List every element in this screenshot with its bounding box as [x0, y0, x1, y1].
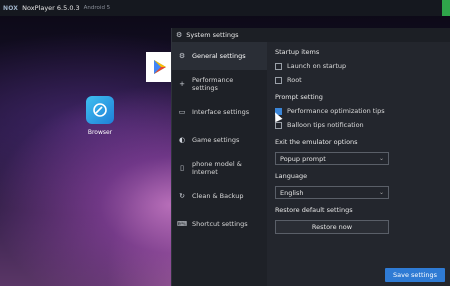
balloon-tips-label: Balloon tips notification — [287, 121, 364, 129]
chevron-down-icon: ⌄ — [378, 155, 384, 162]
window-control-button[interactable] — [442, 0, 450, 16]
nav-game-settings[interactable]: ◐ Game settings — [172, 126, 267, 154]
launch-on-startup-label: Launch on startup — [287, 62, 347, 70]
nav-label: Interface settings — [192, 108, 250, 116]
nav-label: General settings — [192, 52, 246, 60]
nox-logo: NOX — [3, 4, 19, 12]
dialog-header: ⚙ System settings — [172, 28, 450, 42]
nav-label: Performance settings — [192, 76, 234, 92]
nav-performance-settings[interactable]: + Performance settings — [172, 70, 267, 98]
plus-icon: + — [179, 80, 185, 88]
phone-icon: ▯ — [180, 164, 184, 172]
browser-app-icon[interactable] — [86, 96, 114, 124]
exit-options-heading: Exit the emulator options — [275, 138, 358, 146]
root-label: Root — [287, 76, 302, 84]
restore-now-button[interactable]: Restore now — [275, 220, 389, 234]
refresh-icon: ↻ — [179, 192, 185, 200]
balloon-tips-checkbox[interactable] — [275, 121, 282, 129]
root-row[interactable]: Root — [275, 76, 445, 84]
balloon-tips-row[interactable]: Balloon tips notification — [275, 121, 445, 129]
browser-app-label: Browser — [87, 129, 113, 136]
nav-label: phone model & Internet — [192, 160, 242, 176]
app-title: NoxPlayer 6.5.0.3 — [22, 4, 80, 12]
nav-label: Game settings — [192, 136, 240, 144]
gamepad-icon: ◐ — [178, 136, 186, 144]
performance-tips-label: Performance optimization tips — [287, 107, 385, 115]
nav-label: Shortcut settings — [192, 220, 248, 228]
startup-items-heading: Startup items — [275, 48, 320, 56]
nav-label: Clean & Backup — [192, 192, 244, 200]
nav-phone-model-internet[interactable]: ▯ phone model & Internet — [172, 154, 267, 182]
gear-icon: ⚙ — [178, 52, 186, 60]
keyboard-icon: ⌨ — [176, 220, 188, 228]
language-dropdown[interactable]: English ⌄ — [275, 186, 389, 199]
prompt-setting-heading: Prompt setting — [275, 93, 323, 101]
gear-icon: ⚙ — [176, 31, 183, 39]
nav-interface-settings[interactable]: ▭ Interface settings — [172, 98, 267, 126]
dialog-title: System settings — [186, 31, 239, 39]
exit-options-value: Popup prompt — [280, 154, 326, 163]
language-value: English — [280, 188, 304, 197]
root-checkbox[interactable] — [275, 76, 282, 84]
exit-options-dropdown[interactable]: Popup prompt ⌄ — [275, 152, 389, 165]
settings-content: Startup items Launch on startup Root Pro… — [275, 48, 445, 234]
launch-on-startup-checkbox[interactable] — [275, 62, 282, 70]
nav-shortcut-settings[interactable]: ⌨ Shortcut settings — [172, 210, 267, 238]
nav-general-settings[interactable]: ⚙ General settings — [172, 42, 267, 70]
restore-defaults-heading: Restore default settings — [275, 206, 353, 214]
nav-clean-backup[interactable]: ↻ Clean & Backup — [172, 182, 267, 210]
language-heading: Language — [275, 172, 308, 180]
emulator-titlebar: NOX NoxPlayer 6.5.0.3 Android 5 — [0, 0, 450, 16]
launch-on-startup-row[interactable]: Launch on startup — [275, 62, 445, 70]
play-store-icon[interactable] — [146, 52, 174, 82]
settings-nav: ⚙ General settings + Performance setting… — [172, 42, 267, 286]
window-icon: ▭ — [178, 108, 186, 116]
performance-tips-row[interactable]: Performance optimization tips — [275, 107, 445, 115]
android-version-badge: Android 5 — [83, 5, 111, 11]
chevron-down-icon: ⌄ — [378, 189, 384, 196]
system-settings-dialog: ⚙ System settings ⚙ General settings + P… — [171, 28, 450, 286]
save-settings-button[interactable]: Save settings — [385, 268, 445, 282]
